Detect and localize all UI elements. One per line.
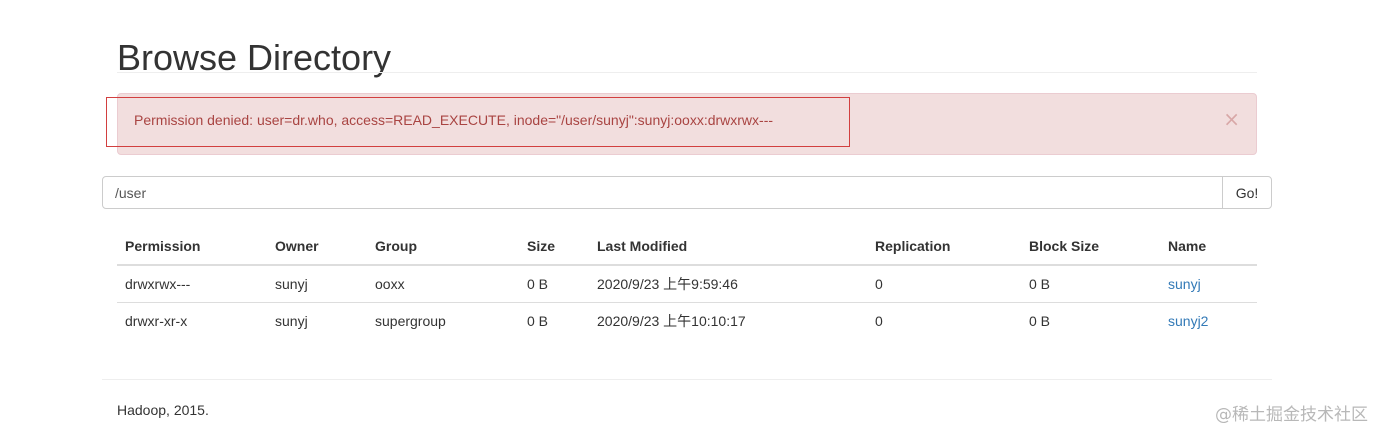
column-header-name[interactable]: Name [1160, 228, 1257, 266]
column-header-last-modified[interactable]: Last Modified [589, 228, 867, 266]
table-row: drwxrwx--- sunyj ooxx 0 B 2020/9/23 上午9:… [117, 265, 1257, 303]
cell-block-size: 0 B [1029, 276, 1051, 292]
directory-table: Permission Owner Group Size Last Modifie… [117, 228, 1257, 339]
footer-divider [102, 379, 1272, 380]
column-header-permission[interactable]: Permission [117, 228, 267, 266]
path-input[interactable] [102, 176, 1223, 209]
go-button[interactable]: Go! [1222, 176, 1272, 209]
cell-name: sunyj2 [1160, 302, 1257, 339]
cell-size: 0 B [527, 276, 549, 292]
table-row: drwxr-xr-x sunyj supergroup 0 B 2020/9/2… [117, 302, 1257, 339]
cell-last-modified: 2020/9/23 上午10:10:17 [589, 302, 867, 339]
column-header-owner[interactable]: Owner [267, 228, 367, 266]
cell-size: 0 B [519, 302, 589, 339]
cell-replication: 0 [867, 302, 1021, 339]
column-header-block-size[interactable]: Block Size [1021, 228, 1160, 266]
cell-owner: sunyj [275, 276, 308, 292]
cell-name: sunyj [1160, 265, 1257, 303]
cell-last-modified: 2020/9/23 上午9:59:46 [597, 276, 738, 292]
cell-permission: drwxr-xr-x [117, 302, 267, 339]
column-header-group[interactable]: Group [367, 228, 519, 266]
page-title: Browse Directory [117, 37, 392, 79]
watermark: @稀土掘金技术社区 [1215, 405, 1368, 425]
title-divider [117, 72, 1257, 73]
close-icon[interactable]: × [1223, 109, 1240, 129]
cell-permission: drwxrwx--- [125, 276, 191, 292]
cell-owner: sunyj [267, 302, 367, 339]
cell-group: ooxx [375, 276, 405, 292]
cell-replication: 0 [875, 276, 883, 292]
column-header-replication[interactable]: Replication [867, 228, 1021, 266]
directory-link[interactable]: sunyj [1168, 276, 1201, 292]
annotation-highlight-box [106, 97, 850, 147]
footer-text: Hadoop, 2015. [117, 402, 209, 418]
directory-link[interactable]: sunyj2 [1168, 313, 1208, 329]
table-header-row: Permission Owner Group Size Last Modifie… [117, 228, 1257, 266]
cell-block-size: 0 B [1021, 302, 1160, 339]
cell-group: supergroup [367, 302, 519, 339]
column-header-size[interactable]: Size [519, 228, 589, 266]
